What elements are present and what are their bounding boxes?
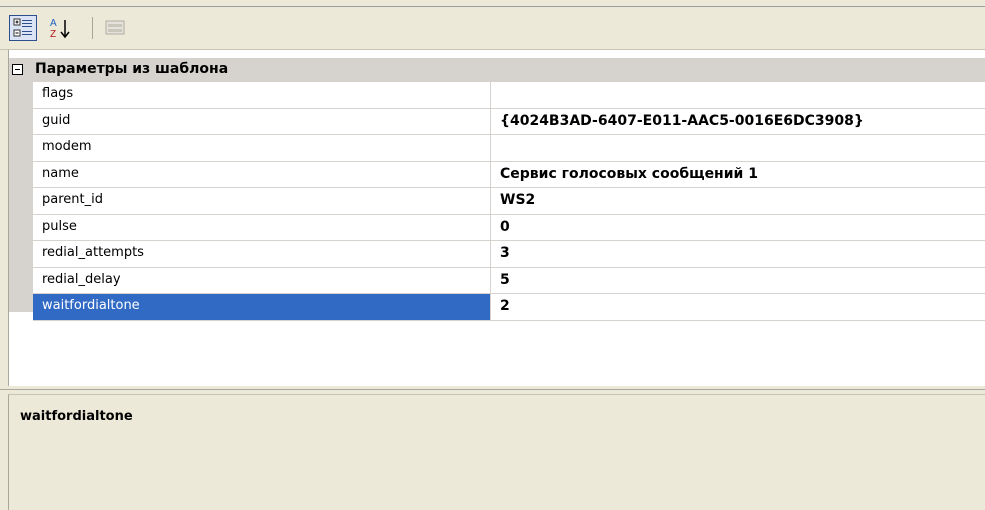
property-name[interactable]: parent_id [33,188,491,214]
property-name[interactable]: flags [33,82,491,108]
property-name[interactable]: guid [33,108,491,134]
toolbar-separator [92,17,93,39]
property-name[interactable]: waitfordialtone [33,294,491,320]
category-label: Параметры из шаблона [35,61,229,77]
property-grid: Параметры из шаблона flags guid {4024B3A… [8,50,985,386]
property-value[interactable]: {4024B3AD-6407-E011-AAC5-0016E6DC3908} [491,109,985,135]
property-value[interactable]: 3 [491,241,985,267]
property-value[interactable]: Сервис голосовых сообщений 1 [491,162,985,188]
property-grid-toolbar: A Z [0,7,985,50]
svg-text:Z: Z [50,29,56,40]
property-name[interactable]: redial_delay [33,267,491,293]
property-row-waitfordialtone[interactable]: waitfordialtone 2 [33,294,985,321]
property-value[interactable] [491,135,985,161]
property-grid-window: A Z Параметры из шаблона flags guid {402… [0,0,985,510]
property-row-flags[interactable]: flags [33,82,985,109]
property-value[interactable]: 2 [491,294,985,320]
property-row-redial-attempts[interactable]: redial_attempts 3 [33,241,985,268]
category-row[interactable]: Параметры из шаблона [9,58,985,82]
svg-text:A: A [50,18,57,29]
property-row-guid[interactable]: guid {4024B3AD-6407-E011-AAC5-0016E6DC39… [33,108,985,135]
alphabetical-sort-button[interactable]: A Z [47,15,75,41]
property-value[interactable]: 5 [491,268,985,294]
property-row-pulse[interactable]: pulse 0 [33,214,985,241]
property-row-redial-delay[interactable]: redial_delay 5 [33,267,985,294]
property-row-name[interactable]: name Сервис голосовых сообщений 1 [33,161,985,188]
help-title: waitfordialtone [20,409,133,424]
help-panel: waitfordialtone [8,394,985,510]
property-value[interactable]: WS2 [491,188,985,214]
top-border [0,0,985,7]
property-value[interactable]: 0 [491,215,985,241]
property-name[interactable]: pulse [33,214,491,240]
property-pages-button[interactable] [101,15,129,41]
categorized-view-button[interactable] [9,15,37,41]
collapse-minus-icon[interactable] [12,64,23,75]
property-rows: flags guid {4024B3AD-6407-E011-AAC5-0016… [33,82,985,321]
property-value[interactable] [491,82,985,108]
property-name[interactable]: modem [33,135,491,161]
property-row-modem[interactable]: modem [33,135,985,162]
property-name[interactable]: redial_attempts [33,241,491,267]
property-row-parent-id[interactable]: parent_id WS2 [33,188,985,215]
grid-left-margin [9,82,33,312]
property-name[interactable]: name [33,161,491,187]
